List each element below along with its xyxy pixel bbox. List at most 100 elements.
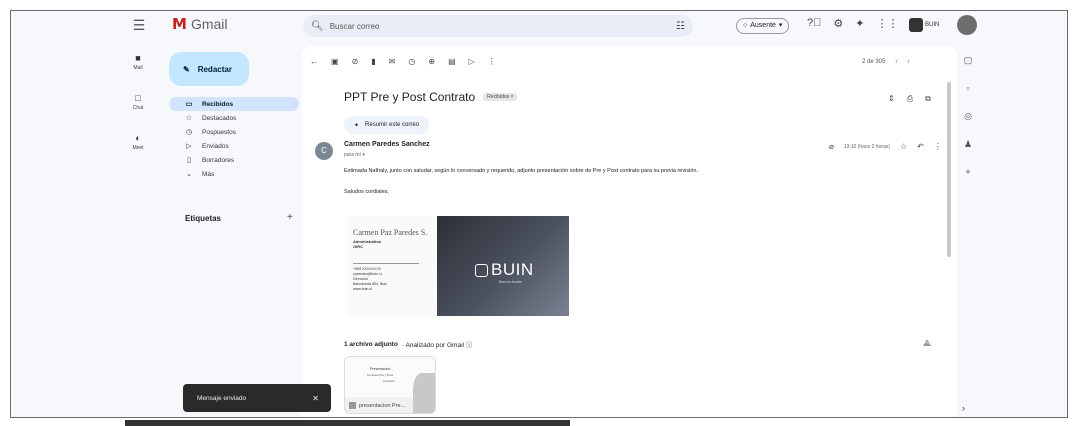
rail-item-mail[interactable]: ■ Mail	[124, 53, 152, 93]
search-input[interactable]: Buscar correo	[330, 22, 676, 31]
status-indicator-icon: ○	[743, 22, 748, 29]
close-icon[interactable]: ✕	[312, 394, 319, 403]
tasks-icon[interactable]: ◎	[961, 111, 975, 139]
gmail-logo[interactable]: M Gmail	[172, 15, 228, 33]
nav-item-sent[interactable]: ▷ Enviados	[169, 139, 299, 153]
calendar-icon[interactable]: ▢	[961, 55, 975, 83]
more-options-icon[interactable]: ⋮	[488, 57, 496, 66]
message-meta: ⌀ 13:10 (hace 2 horas) ☆ ↶ ⋮	[829, 142, 942, 151]
chevron-down-icon: ▾	[778, 22, 783, 29]
nav-label: Destacados	[202, 114, 237, 122]
attachment-icon: ⌀	[829, 142, 834, 151]
search-bar[interactable]: 🔍︎ Buscar correo ☷	[303, 15, 693, 37]
rail-item-chat[interactable]: □ Chat	[124, 93, 152, 133]
nav-item-inbox[interactable]: ▭ Recibidos	[169, 97, 299, 111]
email-signature: Carmen Paz Paredes S. Administrativa OIR…	[347, 216, 569, 316]
municipality-logo: BUIN	[475, 260, 534, 280]
message-toolbar: ← ▣ ⊘ ▮ ✉ ◷ ⊕ ▤ ▷ ⋮	[310, 57, 496, 66]
organization-mark	[909, 18, 923, 32]
add-label-icon[interactable]: +	[287, 212, 293, 223]
keep-icon[interactable]: ▫	[961, 83, 975, 111]
inbox-icon: ▭	[185, 101, 193, 108]
print-icon[interactable]: ⎙	[907, 94, 913, 104]
pencil-icon: ✎	[183, 64, 190, 74]
scan-status: · Analizado por Gmail ⓘ	[401, 342, 473, 349]
move-to-icon[interactable]: ▤	[448, 57, 456, 66]
thumbnail-text: Contrato	[383, 379, 395, 383]
star-icon[interactable]: ☆	[900, 142, 907, 151]
next-icon[interactable]: ›	[907, 59, 909, 65]
search-options-icon[interactable]: ☷	[676, 21, 685, 32]
mail-icon: ■	[135, 53, 141, 63]
snooze-icon[interactable]: ◷	[408, 57, 415, 66]
nav-item-drafts[interactable]: ▯ Borradores	[169, 153, 299, 167]
signature-banner: BUIN Buin en Acción	[437, 216, 569, 316]
recipient-details[interactable]: para mí ▾	[344, 152, 365, 158]
rail-label: Chat	[132, 105, 144, 111]
status-chip[interactable]: ○ Ausente ▾	[736, 18, 790, 34]
thumbnail-decoration	[413, 373, 435, 413]
add-task-icon[interactable]: ⊕	[428, 57, 435, 66]
message-body-line: Estimada Nathaly, junto con saludar, seg…	[344, 168, 698, 174]
label-icon[interactable]: ▷	[469, 57, 475, 66]
seal-icon	[475, 263, 488, 277]
search-icon[interactable]: 🔍︎	[311, 21, 324, 32]
mark-unread-icon[interactable]: ✉	[389, 57, 396, 66]
scrollbar[interactable]	[947, 82, 951, 257]
inbox-label-chip[interactable]: Recibidos ×	[483, 93, 518, 101]
attachment-card[interactable]: Presentación Contrato Pre y Post Contrat…	[344, 356, 436, 414]
app-name: Gmail	[190, 16, 228, 32]
more-options-icon[interactable]: ⋮	[934, 142, 942, 151]
rail-label: Mail	[133, 65, 143, 71]
add-to-drive-icon[interactable]: ⟁	[923, 338, 931, 349]
chat-icon: □	[135, 93, 141, 103]
help-icon[interactable]: ?⃝	[807, 17, 821, 30]
pager: 2 de 305 ‹ ›	[862, 59, 909, 65]
add-addon-icon[interactable]: +	[961, 167, 975, 195]
settings-icon[interactable]: ⚙	[833, 17, 843, 30]
folder-nav: ▭ Recibidos ☆ Destacados ◷ Pospuestos ▷ …	[169, 97, 299, 181]
attachment-thumbnail: Presentación Contrato Pre y Post Contrat…	[345, 357, 435, 413]
reply-icon[interactable]: ↶	[917, 142, 924, 151]
previous-icon[interactable]: ‹	[895, 59, 897, 65]
attachment-name-row: presentacion Pre...	[349, 402, 405, 409]
open-new-window-icon[interactable]: ⧉	[925, 94, 931, 104]
apps-grid-icon[interactable]: ⋮⋮	[876, 17, 898, 30]
nav-label: Más	[202, 170, 215, 178]
account-avatar[interactable]	[957, 15, 977, 35]
nav-item-more[interactable]: ⌄ Más	[169, 167, 299, 181]
contacts-icon[interactable]: ♟	[961, 139, 975, 167]
expand-side-panel-icon[interactable]: ›	[962, 403, 965, 413]
thumbnail-text: Contrato Pre y Post	[367, 373, 394, 377]
archive-icon[interactable]: ▣	[331, 57, 339, 66]
compose-button[interactable]: ✎ Redactar	[169, 52, 249, 86]
sender-name[interactable]: Carmen Paredes Sanchez	[344, 141, 430, 148]
pager-text: 2 de 305	[862, 59, 886, 65]
rail-item-meet[interactable]: ◐ Meet	[124, 133, 152, 173]
email-subject: PPT Pre y Post Contrato	[344, 90, 476, 104]
nav-item-snoozed[interactable]: ◷ Pospuestos	[169, 125, 299, 139]
clock-icon: ◷	[185, 129, 193, 136]
organization-logo: BUIN	[909, 16, 939, 34]
send-icon: ▷	[186, 143, 192, 150]
nav-label: Enviados	[202, 142, 229, 150]
attachments-header: 1 archivo adjunto · Analizado por Gmail …	[344, 339, 473, 350]
main-menu-icon[interactable]: ☰	[130, 16, 148, 34]
back-arrow-icon[interactable]: ←	[310, 57, 318, 66]
report-spam-icon[interactable]: ⊘	[352, 57, 359, 66]
chevron-down-icon: ⌄	[186, 171, 192, 178]
delete-icon[interactable]: ▮	[371, 57, 375, 66]
signature-divider	[353, 263, 419, 264]
sparkle-icon: ✦	[354, 122, 360, 129]
nav-item-starred[interactable]: ☆ Destacados	[169, 111, 299, 125]
signature-detail: www.buin.cl	[353, 287, 372, 291]
taskbar-strip	[125, 420, 570, 426]
labels-heading: Etiquetas	[185, 214, 222, 223]
gemini-icon[interactable]: ✦	[855, 17, 864, 30]
signature-card: Carmen Paz Paredes S. Administrativa OIR…	[347, 216, 437, 316]
signature-name: Carmen Paz Paredes S.	[353, 228, 428, 237]
gmail-window: ☰ M Gmail 🔍︎ Buscar correo ☷ ○ Ausente ▾…	[10, 10, 1068, 418]
summarize-button[interactable]: ✦ Resumir este correo	[344, 116, 430, 134]
expand-all-icon[interactable]: ⇕	[888, 94, 895, 104]
snackbar-message: Mensaje enviado	[197, 394, 247, 402]
